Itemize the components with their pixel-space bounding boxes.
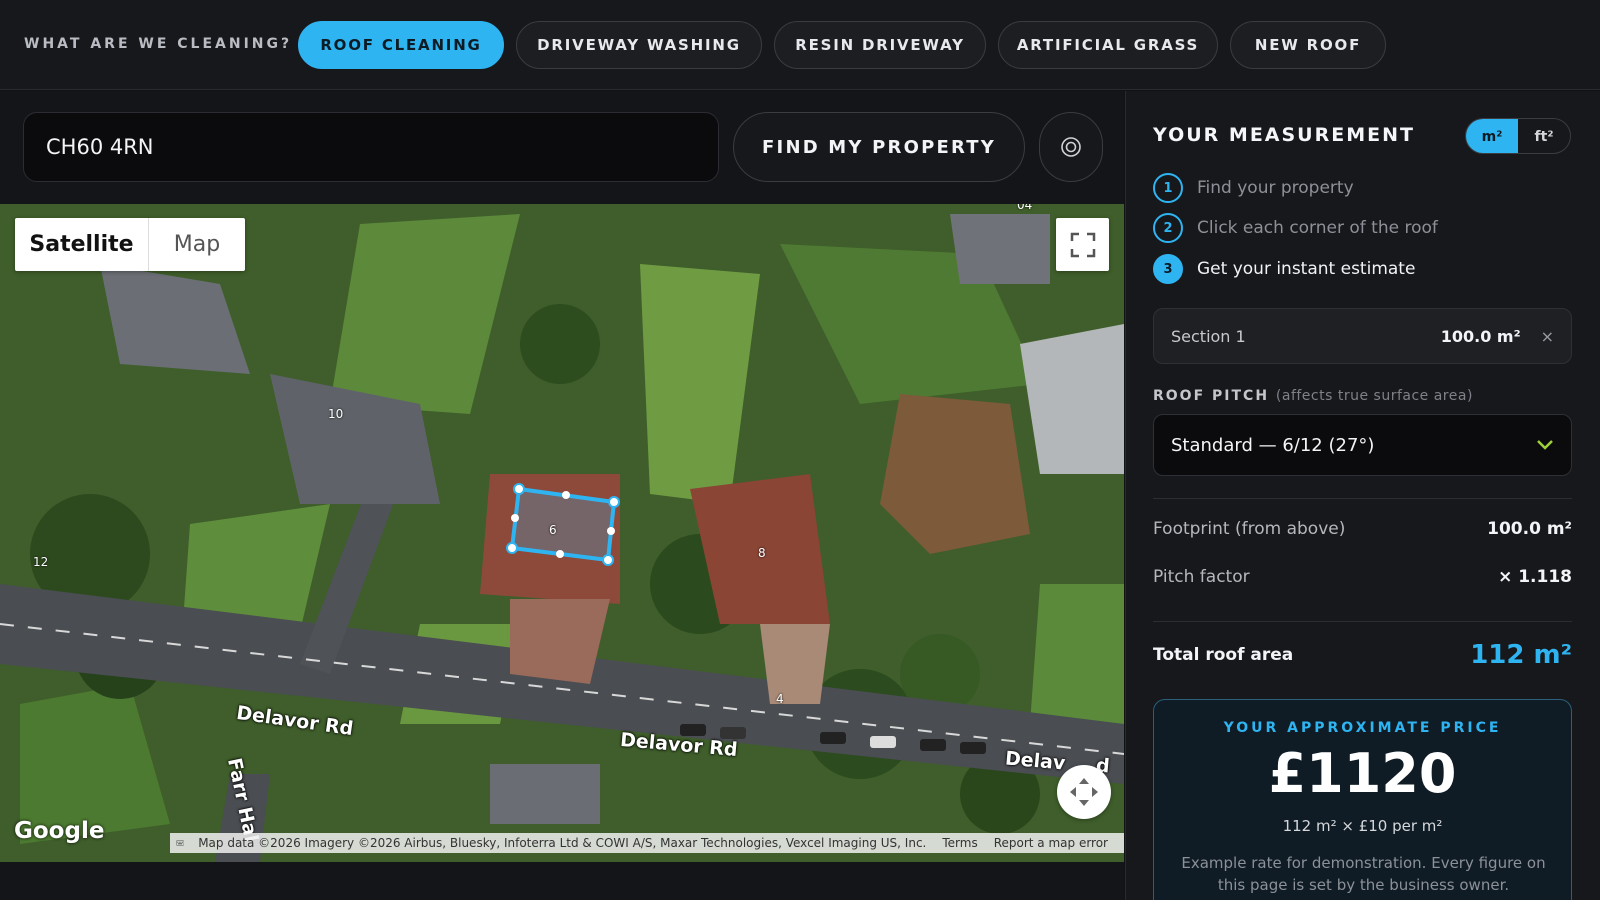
price-card: YOUR APPROXIMATE PRICE £1120 112 m² × £1… [1153, 699, 1572, 900]
price-calculation: 112 m² × £10 per m² [1282, 817, 1443, 835]
unit-metric-button[interactable]: m² [1466, 119, 1518, 153]
step-text: Get your instant estimate [1197, 259, 1416, 279]
pan-control-button[interactable] [1057, 765, 1111, 819]
total-area-label: Total roof area [1153, 645, 1294, 665]
measurement-title: YOUR MEASUREMENT [1153, 124, 1415, 146]
service-new-roof[interactable]: NEW ROOF [1230, 21, 1386, 69]
terms-link[interactable]: Terms [942, 836, 977, 850]
pitch-factor-label: Pitch factor [1153, 567, 1250, 587]
move-arrows-icon [1070, 778, 1098, 806]
house-number: 12 [33, 555, 49, 569]
map-type-control: Satellite Map [15, 218, 245, 271]
locate-button[interactable] [1039, 112, 1103, 182]
roof-pitch-value: Standard — 6/12 (27°) [1171, 434, 1375, 456]
service-bar-label: WHAT ARE WE CLEANING? [24, 36, 293, 52]
roof-pitch-select[interactable]: Standard — 6/12 (27°) [1153, 414, 1572, 476]
step-text: Find your property [1197, 178, 1354, 198]
fullscreen-button[interactable] [1056, 218, 1109, 271]
divider [1153, 621, 1572, 622]
map-attribution: Map data ©2026 Imagery ©2026 Airbus, Blu… [170, 833, 1124, 853]
step-get-estimate: 3 Get your instant estimate [1153, 254, 1415, 284]
price-note: Example rate for demonstration. Every fi… [1181, 854, 1546, 894]
house-number: 4 [776, 692, 784, 706]
satellite-map[interactable]: 10 12 6 8 4 04 Delavor Rd Delavor Rd Del… [0, 204, 1124, 862]
roof-polygon [509, 486, 617, 563]
service-bar: WHAT ARE WE CLEANING? ROOF CLEANING DRIV… [0, 0, 1600, 90]
step-number: 2 [1153, 213, 1183, 243]
section-name: Section 1 [1171, 326, 1246, 346]
footprint-value: 100.0 m² [1487, 519, 1572, 539]
report-error-link[interactable]: Report a map error [994, 836, 1108, 850]
section-row: Section 1 100.0 m² × [1153, 308, 1572, 364]
house-number: 6 [549, 523, 557, 537]
service-resin-driveway[interactable]: RESIN DRIVEWAY [774, 21, 986, 69]
section-area: 100.0 m² [1440, 326, 1521, 346]
map-toggle[interactable]: Map [149, 218, 245, 271]
price-amount: £1120 [1268, 742, 1457, 805]
target-icon [1061, 137, 1081, 157]
pitch-factor-row: Pitch factor × 1.118 [1153, 567, 1572, 587]
service-artificial-grass[interactable]: ARTIFICIAL GRASS [998, 21, 1218, 69]
step-text: Click each corner of the roof [1197, 218, 1438, 238]
satellite-imagery [0, 204, 1124, 862]
footprint-row: Footprint (from above) 100.0 m² [1153, 519, 1572, 539]
price-label: YOUR APPROXIMATE PRICE [1223, 720, 1502, 736]
find-property-button[interactable]: FIND MY PROPERTY [733, 112, 1025, 182]
attribution-text: Map data ©2026 Imagery ©2026 Airbus, Blu… [198, 836, 927, 850]
map-panel: CH60 4RN FIND MY PROPERTY 10 12 6 8 4 04… [0, 91, 1124, 900]
house-number: 04 [1017, 204, 1033, 212]
service-driveway-washing[interactable]: DRIVEWAY WASHING [516, 21, 762, 69]
pitch-factor-value: × 1.118 [1498, 567, 1572, 587]
divider [1153, 498, 1572, 499]
roof-pitch-hint: (affects true surface area) [1275, 388, 1473, 404]
total-area-row: Total roof area 112 m² [1153, 635, 1572, 675]
fullscreen-icon [1070, 232, 1095, 257]
step-number: 1 [1153, 173, 1183, 203]
measurement-panel: YOUR MEASUREMENT m² ft² 1 Find your prop… [1125, 91, 1600, 900]
unit-imperial-button[interactable]: ft² [1518, 119, 1570, 153]
house-number: 8 [758, 546, 766, 560]
unit-toggle: m² ft² [1465, 118, 1571, 154]
chevron-down-icon [1537, 440, 1553, 450]
remove-section-icon[interactable]: × [1541, 327, 1554, 346]
step-find-property: 1 Find your property [1153, 173, 1354, 203]
step-number: 3 [1153, 254, 1183, 284]
step-click-corners: 2 Click each corner of the roof [1153, 213, 1438, 243]
roof-pitch-label: ROOF PITCH (affects true surface area) [1153, 388, 1473, 404]
service-roof-cleaning[interactable]: ROOF CLEANING [298, 21, 504, 69]
keyboard-icon[interactable] [176, 837, 185, 849]
postcode-input[interactable]: CH60 4RN [23, 112, 719, 182]
footprint-label: Footprint (from above) [1153, 519, 1346, 539]
house-number: 10 [328, 407, 344, 421]
google-logo: Google [14, 818, 105, 844]
roof-pitch-title: ROOF PITCH [1153, 388, 1270, 404]
satellite-toggle[interactable]: Satellite [15, 218, 149, 271]
total-area-value: 112 m² [1470, 640, 1572, 670]
